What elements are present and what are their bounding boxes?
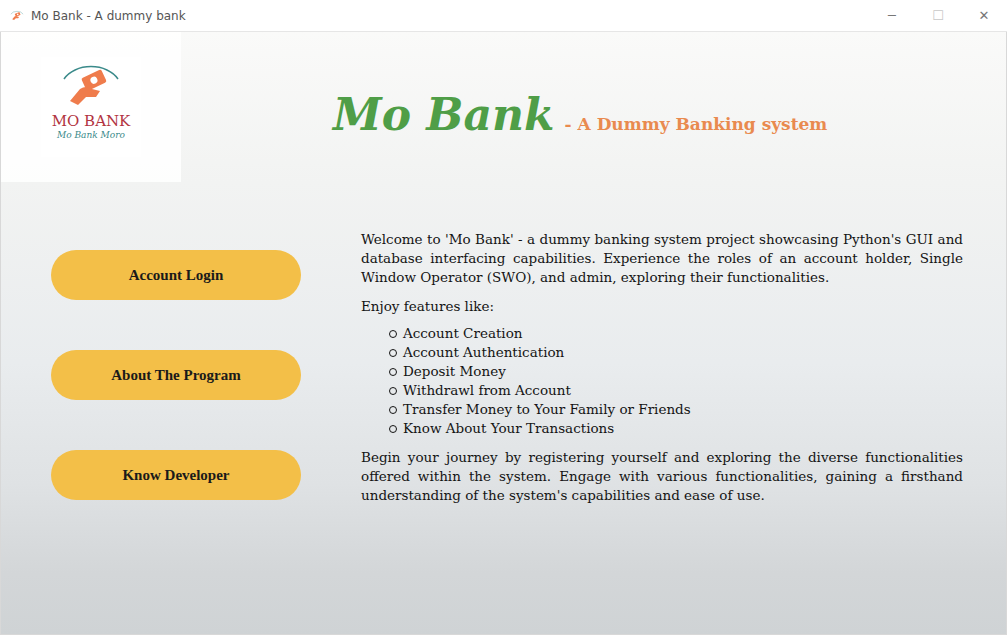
menu-button[interactable]: Account Login	[51, 250, 301, 300]
logo-name: MO BANK	[52, 113, 131, 130]
title-bar: Mo Bank - A dummy bank─☐✕	[0, 0, 1007, 32]
maximize-button: ☐	[915, 0, 961, 31]
app-subtitle: - A Dummy Banking system	[565, 114, 828, 134]
menu: Account Login About The Program Know Devel…	[51, 250, 301, 634]
header: MO BANKMo Bank Moro Mo Bank - A Dummy Bank…	[1, 32, 1006, 182]
bullet-icon	[389, 406, 397, 414]
feature-item: Withdrawl from Account	[389, 381, 963, 400]
window-title: Mo Bank - A dummy bank	[31, 9, 869, 23]
app-title: Mo Bank	[333, 89, 555, 140]
feature-text: Withdrawl from Account	[403, 381, 571, 400]
bullet-icon	[389, 425, 397, 433]
heading: Mo Bank - A Dummy Banking system	[333, 89, 827, 140]
intro-paragraph: Welcome to 'Mo Bank' - a dummy banking s…	[361, 230, 963, 287]
minimize-button[interactable]: ─	[869, 0, 915, 31]
bullet-icon	[389, 330, 397, 338]
bullet-icon	[389, 349, 397, 357]
feature-text: Transfer Money to Your Family or Friends	[403, 400, 691, 419]
main-window: MO BANKMo Bank Moro Mo Bank - A Dummy Bank…	[0, 32, 1007, 635]
menu-button[interactable]: About The Program	[51, 350, 301, 400]
bullet-icon	[389, 387, 397, 395]
feature-text: Know About Your Transactions	[403, 419, 614, 438]
feature-item: Know About Your Transactions	[389, 419, 963, 438]
feature-list: Account CreationAccount AuthenticationDe…	[361, 324, 963, 438]
feature-item: Transfer Money to Your Family or Friends	[389, 400, 963, 419]
feature-text: Account Authentication	[403, 343, 564, 362]
closing-paragraph: Begin your journey by registering yourse…	[361, 448, 963, 505]
intro-text: Welcome to 'Mo Bank' - a dummy banking s…	[361, 230, 963, 634]
logo-panel: MO BANKMo Bank Moro	[1, 32, 181, 182]
feature-item: Deposit Money	[389, 362, 963, 381]
menu-button[interactable]: Know Developer	[51, 450, 301, 500]
feature-item: Account Creation	[389, 324, 963, 343]
feature-text: Account Creation	[403, 324, 523, 343]
feature-text: Deposit Money	[403, 362, 506, 381]
bank-logo-icon	[9, 8, 25, 24]
logo-tagline: Mo Bank Moro	[57, 130, 125, 141]
logo: MO BANKMo Bank Moro	[41, 57, 141, 157]
features-heading: Enjoy features like:	[361, 297, 963, 316]
window-controls: ─☐✕	[869, 0, 1007, 31]
feature-item: Account Authentication	[389, 343, 963, 362]
body: Account Login About The Program Know Devel…	[1, 182, 1006, 634]
close-button[interactable]: ✕	[961, 0, 1007, 31]
bullet-icon	[389, 368, 397, 376]
money-hand-icon	[56, 61, 126, 113]
